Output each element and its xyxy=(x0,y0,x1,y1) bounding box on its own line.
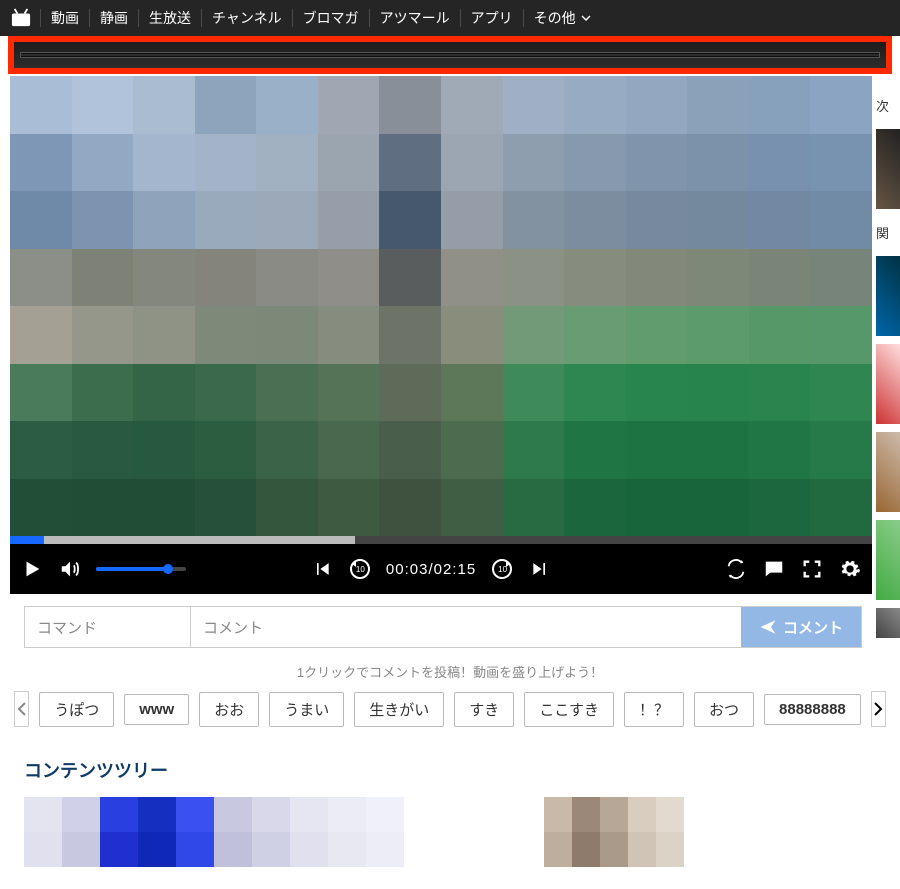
easy-comment-chip[interactable]: うまい xyxy=(269,692,344,727)
play-button[interactable] xyxy=(20,557,44,581)
sidebar-thumb[interactable] xyxy=(876,129,900,209)
nav-item-video[interactable]: 動画 xyxy=(40,9,89,27)
seek-bar[interactable] xyxy=(10,536,872,544)
comment-input[interactable]: コメント xyxy=(191,607,741,647)
skip-forward-button[interactable] xyxy=(528,557,552,581)
volume-icon[interactable] xyxy=(58,557,82,581)
video-canvas[interactable] xyxy=(10,76,872,536)
skip-back-button[interactable] xyxy=(310,557,334,581)
easy-comment-chip[interactable]: すき xyxy=(454,692,514,727)
content-tree-thumb[interactable] xyxy=(544,797,684,867)
sidebar-thumb[interactable] xyxy=(876,608,900,638)
site-logo-icon[interactable] xyxy=(10,8,32,28)
comment-form: コマンド コメント コメント xyxy=(24,606,862,648)
easy-comment-hint: 1クリックでコメントを投稿！動画を盛り上げよう！ xyxy=(0,662,900,681)
easy-comment-chip[interactable]: うぽつ xyxy=(39,692,114,727)
settings-button[interactable] xyxy=(838,557,862,581)
content-tree-heading: コンテンツツリー xyxy=(24,757,900,783)
easy-comment-chip[interactable]: 88888888 xyxy=(764,694,861,725)
related-videos-heading: 関 xyxy=(876,223,900,242)
easy-scroll-left-button[interactable] xyxy=(14,691,29,727)
sidebar-thumb[interactable] xyxy=(876,344,900,424)
nav-item-other-label: その他 xyxy=(534,9,576,27)
easy-comment-chip[interactable]: 生きがい xyxy=(354,692,444,727)
sidebar-thumb[interactable] xyxy=(876,256,900,336)
nav-item-app[interactable]: アプリ xyxy=(460,9,523,27)
forward-10-button[interactable]: 10 xyxy=(490,557,514,581)
nav-item-blomaga[interactable]: ブロマガ xyxy=(292,9,369,27)
easy-comment-chip[interactable]: ここすき xyxy=(524,692,614,727)
content-tree-thumb[interactable] xyxy=(24,797,404,867)
forward-amount: 10 xyxy=(498,565,507,574)
easy-comment-chip[interactable]: おお xyxy=(199,692,259,727)
highlighted-region xyxy=(8,36,892,74)
fullscreen-button[interactable] xyxy=(800,557,824,581)
volume-slider[interactable] xyxy=(96,567,186,571)
seek-played xyxy=(10,536,44,544)
repeat-button[interactable] xyxy=(724,557,748,581)
nav-item-atsumaru[interactable]: アツマール xyxy=(369,9,460,27)
duration: 02:15 xyxy=(434,561,477,578)
rewind-10-button[interactable]: 10 xyxy=(348,557,372,581)
send-icon xyxy=(759,618,777,636)
nav-item-other[interactable]: その他 xyxy=(523,9,602,27)
content-tree xyxy=(24,797,900,867)
current-time: 00:03 xyxy=(386,561,429,578)
nav-item-image[interactable]: 静画 xyxy=(89,9,138,27)
easy-scroll-right-button[interactable] xyxy=(871,691,886,727)
top-navigation: 動画 静画 生放送 チャンネル ブロマガ アツマール アプリ その他 xyxy=(0,0,900,36)
rewind-amount: 10 xyxy=(356,565,365,574)
nav-item-live[interactable]: 生放送 xyxy=(138,9,201,27)
comment-submit-button[interactable]: コメント xyxy=(741,607,861,647)
easy-comment-chip[interactable]: ！？ xyxy=(624,692,684,727)
time-display: 00:03/02:15 xyxy=(386,561,476,578)
seek-buffered xyxy=(10,536,355,544)
comment-submit-label: コメント xyxy=(783,617,843,638)
right-sidebar: 次 関 xyxy=(876,96,900,638)
sidebar-thumb[interactable] xyxy=(876,432,900,512)
nav-item-channel[interactable]: チャンネル xyxy=(201,9,292,27)
video-player: 10 00:03/02:15 10 xyxy=(10,76,872,594)
player-controls: 10 00:03/02:15 10 xyxy=(10,544,872,594)
sidebar-thumb[interactable] xyxy=(876,520,900,600)
easy-comment-chip[interactable]: おつ xyxy=(694,692,754,727)
chevron-down-icon xyxy=(580,12,592,24)
comment-toggle-button[interactable] xyxy=(762,557,786,581)
easy-comment-row: うぽつ www おお うまい 生きがい すき ここすき ！？ おつ 888888… xyxy=(0,689,900,729)
next-videos-heading: 次 xyxy=(876,96,900,115)
easy-comment-chip[interactable]: www xyxy=(124,694,189,725)
command-input[interactable]: コマンド xyxy=(25,607,191,647)
highlighted-region-inner xyxy=(20,52,880,58)
